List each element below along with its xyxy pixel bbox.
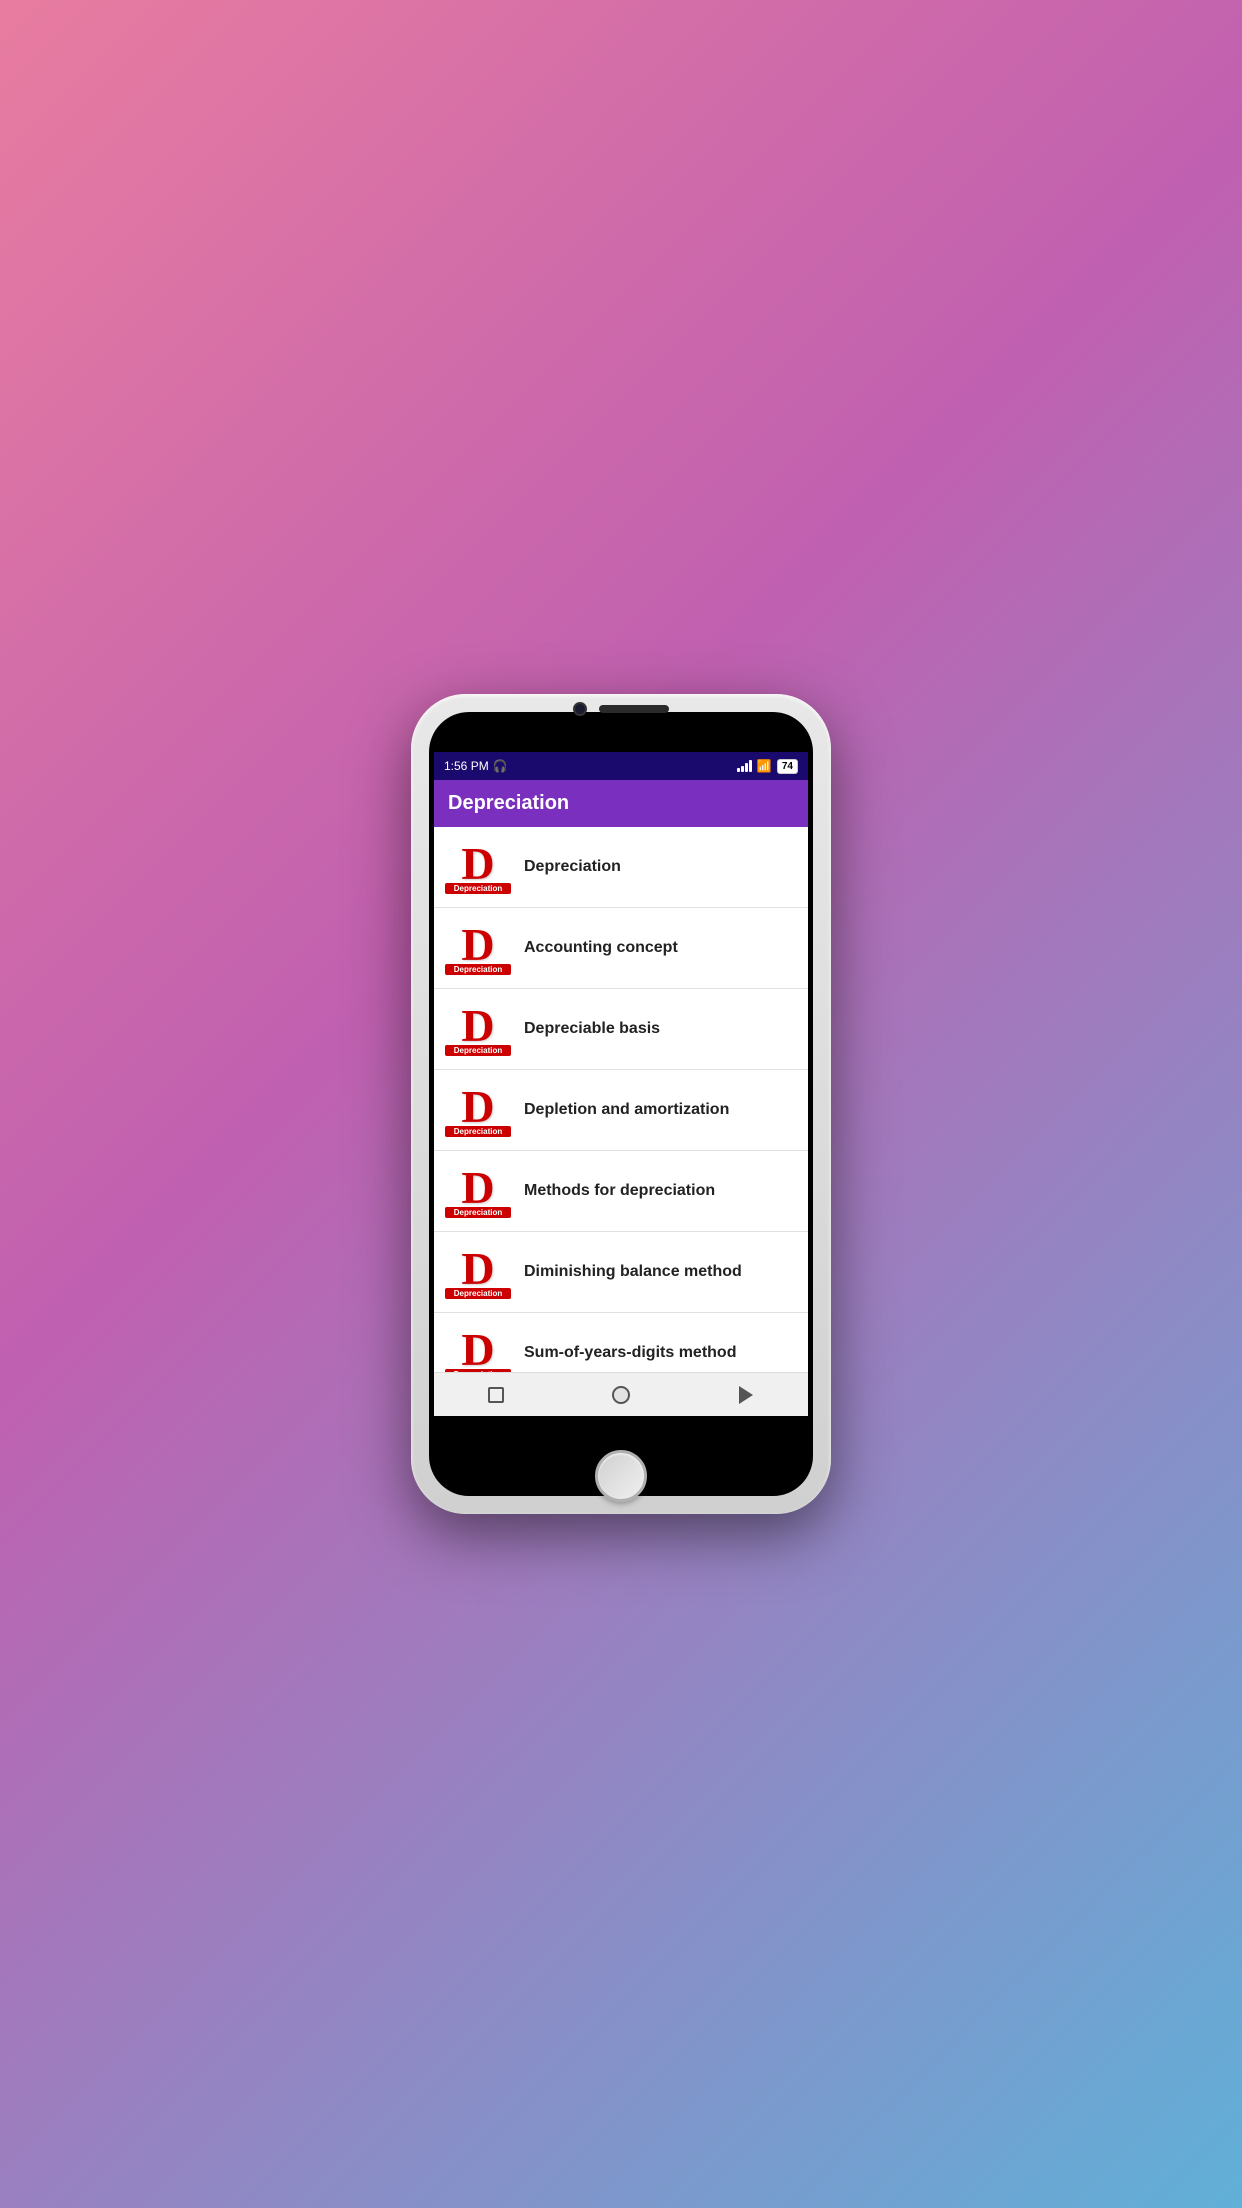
dep-icon: D Depreciation (442, 1317, 514, 1372)
dep-letter: D (461, 1165, 494, 1211)
dep-letter: D (461, 922, 494, 968)
dep-letter: D (461, 1003, 494, 1049)
dep-icon: D Depreciation (442, 912, 514, 984)
item-label: Depreciable basis (524, 1020, 800, 1038)
dep-icon: D Depreciation (442, 1155, 514, 1227)
item-label: Depreciation (524, 858, 800, 876)
speaker (599, 705, 669, 713)
dep-label: Depreciation (445, 964, 511, 975)
battery-icon: 74 (777, 759, 798, 774)
item-label: Methods for depreciation (524, 1182, 800, 1200)
nav-home-button[interactable] (603, 1381, 639, 1409)
wifi-icon: 📶 (757, 759, 772, 773)
square-icon (488, 1387, 504, 1403)
home-button[interactable] (595, 1450, 647, 1502)
phone-screen-area: 1:56 PM 🎧 📶 74 Depreciation (429, 712, 813, 1496)
list-item[interactable]: D Depreciation Diminishing balance metho… (434, 1232, 808, 1313)
dep-label: Depreciation (445, 1369, 511, 1373)
list-item[interactable]: D Depreciation Depreciation (434, 827, 808, 908)
dep-label: Depreciation (445, 1207, 511, 1218)
item-label: Depletion and amortization (524, 1101, 800, 1119)
list-item[interactable]: D Depreciation Sum-of-years-digits metho… (434, 1313, 808, 1372)
item-label: Accounting concept (524, 939, 800, 957)
status-time: 1:56 PM 🎧 (444, 759, 508, 773)
list-item[interactable]: D Depreciation Accounting concept (434, 908, 808, 989)
dep-letter: D (461, 1084, 494, 1130)
dep-letter: D (461, 1327, 494, 1373)
dep-icon: D Depreciation (442, 831, 514, 903)
signal-icon (737, 760, 752, 772)
dep-label: Depreciation (445, 1288, 511, 1299)
status-icons: 📶 74 (737, 759, 798, 774)
dep-label: Depreciation (445, 883, 511, 894)
item-label: Sum-of-years-digits method (524, 1344, 800, 1362)
dep-icon: D Depreciation (442, 993, 514, 1065)
item-label: Diminishing balance method (524, 1263, 800, 1281)
app-header: Depreciation (434, 780, 808, 827)
status-bar: 1:56 PM 🎧 📶 74 (434, 752, 808, 780)
dep-icon: D Depreciation (442, 1074, 514, 1146)
dep-label: Depreciation (445, 1126, 511, 1137)
list-item[interactable]: D Depreciation Depreciable basis (434, 989, 808, 1070)
dep-label: Depreciation (445, 1045, 511, 1056)
phone-frame: 1:56 PM 🎧 📶 74 Depreciation (411, 694, 831, 1514)
screen: 1:56 PM 🎧 📶 74 Depreciation (434, 752, 808, 1416)
time-text: 1:56 PM (444, 759, 489, 773)
phone-top-sensors (573, 702, 669, 716)
list-item[interactable]: D Depreciation Depletion and amortizatio… (434, 1070, 808, 1151)
triangle-icon (739, 1386, 753, 1404)
nav-back-button[interactable] (728, 1381, 764, 1409)
dep-letter: D (461, 1246, 494, 1292)
headphone-icon: 🎧 (493, 759, 508, 773)
dep-icon: D Depreciation (442, 1236, 514, 1308)
bottom-nav (434, 1372, 808, 1416)
list-container: D Depreciation Depreciation D Depreciati… (434, 827, 808, 1372)
app-title: Depreciation (448, 792, 794, 815)
circle-icon (612, 1386, 630, 1404)
list-item[interactable]: D Depreciation Methods for depreciation (434, 1151, 808, 1232)
front-camera (573, 702, 587, 716)
nav-square-button[interactable] (478, 1381, 514, 1409)
dep-letter: D (461, 841, 494, 887)
